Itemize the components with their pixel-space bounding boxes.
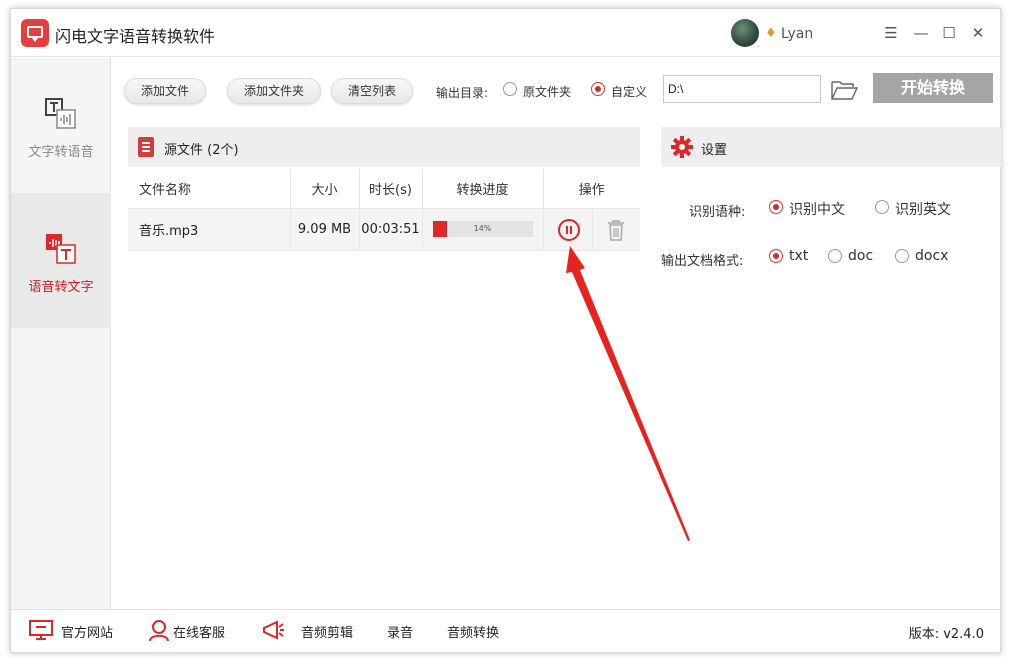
add-folder-button[interactable]: 添加文件夹 xyxy=(227,78,322,104)
customer-service-icon[interactable] xyxy=(147,618,171,642)
sidebar-item-text-to-speech[interactable]: 文字转语音 xyxy=(11,58,111,193)
menu-button[interactable]: ☰ xyxy=(879,21,903,45)
format-doc-radio[interactable] xyxy=(828,249,842,263)
audio-edit-icon[interactable] xyxy=(261,618,285,642)
format-doc-label[interactable]: doc xyxy=(848,248,873,264)
table-header-row: 文件名称 大小 时长(s) 转换进度 操作 xyxy=(128,169,640,209)
file-name-cell: 音乐.mp3 xyxy=(128,208,291,251)
settings-panel-title: 设置 xyxy=(701,143,728,158)
sidebar: 文字转语音 语音转文字 xyxy=(11,58,111,610)
file-size-cell: 9.09 MB xyxy=(290,208,360,251)
col-duration: 时长(s) xyxy=(359,169,423,209)
footer-audio-convert[interactable]: 音频转换 xyxy=(447,622,499,642)
source-folder-radio[interactable] xyxy=(503,82,517,96)
minimize-button[interactable]: — xyxy=(909,21,933,45)
folder-open-icon[interactable] xyxy=(831,79,859,101)
app-window: 闪电文字语音转换软件 ♦ Lyan ☰ — ☐ ✕ 文字转语音 语音转文字 添加… xyxy=(10,8,1001,653)
lang-english-label[interactable]: 识别英文 xyxy=(895,199,951,219)
source-folder-label[interactable]: 原文件夹 xyxy=(523,83,571,100)
progress-bar: 14% xyxy=(432,221,533,237)
trash-icon[interactable] xyxy=(606,219,626,241)
user-avatar[interactable] xyxy=(731,19,759,47)
username[interactable]: Lyan xyxy=(781,26,813,42)
actions-cell xyxy=(543,208,640,251)
custom-folder-radio[interactable] xyxy=(591,82,605,96)
footer-record[interactable]: 录音 xyxy=(387,622,413,642)
lang-english-radio[interactable] xyxy=(875,200,889,214)
version-label: 版本: v2.4.0 xyxy=(908,627,984,642)
lang-chinese-radio[interactable] xyxy=(769,200,783,214)
sidebar-item-label: 文字转语音 xyxy=(28,145,94,160)
format-txt-radio[interactable] xyxy=(769,249,783,263)
progress-cell: 14% xyxy=(422,208,544,251)
pause-icon[interactable] xyxy=(557,218,580,241)
sidebar-item-label: 语音转文字 xyxy=(28,280,94,295)
app-title: 闪电文字语音转换软件 xyxy=(55,27,216,46)
maximize-button[interactable]: ☐ xyxy=(937,21,961,45)
footer-audio-edit[interactable]: 音频剪辑 xyxy=(301,622,353,642)
custom-folder-label[interactable]: 自定义 xyxy=(611,83,647,100)
output-dir-label: 输出目录: xyxy=(436,86,489,100)
monitor-icon[interactable] xyxy=(29,618,53,642)
source-panel-title: 源文件 (2个) xyxy=(164,143,239,158)
app-logo-icon xyxy=(21,19,49,47)
output-path-input[interactable] xyxy=(663,75,821,103)
settings-panel-header: 设置 xyxy=(661,127,1001,167)
format-docx-radio[interactable] xyxy=(895,249,909,263)
format-txt-label[interactable]: txt xyxy=(789,248,808,264)
sidebar-item-speech-to-text[interactable]: 语音转文字 xyxy=(11,193,111,328)
add-file-button[interactable]: 添加文件 xyxy=(124,78,207,104)
source-panel-header: 源文件 (2个) xyxy=(128,127,640,167)
footer-online-service[interactable]: 在线客服 xyxy=(173,622,225,642)
col-progress: 转换进度 xyxy=(422,169,544,209)
close-button[interactable]: ✕ xyxy=(966,21,990,45)
clear-list-button[interactable]: 清空列表 xyxy=(331,78,414,104)
vip-diamond-icon: ♦ xyxy=(765,26,777,41)
footer-official-site[interactable]: 官方网站 xyxy=(61,622,113,642)
file-duration-cell: 00:03:51 xyxy=(359,208,423,251)
output-format-label: 输出文档格式: xyxy=(661,254,744,269)
title-bar: 闪电文字语音转换软件 ♦ Lyan ☰ — ☐ ✕ xyxy=(11,9,1000,57)
progress-label: 14% xyxy=(473,224,492,233)
lang-chinese-label[interactable]: 识别中文 xyxy=(789,199,845,219)
footer-bar: 官方网站 在线客服 音频剪辑 录音 音频转换 版本: v2.4.0 xyxy=(11,609,1000,652)
gear-icon xyxy=(671,136,693,158)
recognition-language-label: 识别语种: xyxy=(689,205,746,220)
speech-to-text-icon xyxy=(46,234,76,264)
text-to-speech-icon xyxy=(45,98,76,129)
col-size: 大小 xyxy=(290,169,360,209)
document-icon xyxy=(138,137,154,157)
col-file-name: 文件名称 xyxy=(128,169,291,209)
col-actions: 操作 xyxy=(543,169,640,209)
file-table: 文件名称 大小 时长(s) 转换进度 操作 音乐.mp3 9.09 MB 00:… xyxy=(128,169,640,251)
start-convert-button[interactable]: 开始转换 xyxy=(873,73,993,103)
format-docx-label[interactable]: docx xyxy=(915,248,948,264)
table-row[interactable]: 音乐.mp3 9.09 MB 00:03:51 14% xyxy=(128,208,640,251)
